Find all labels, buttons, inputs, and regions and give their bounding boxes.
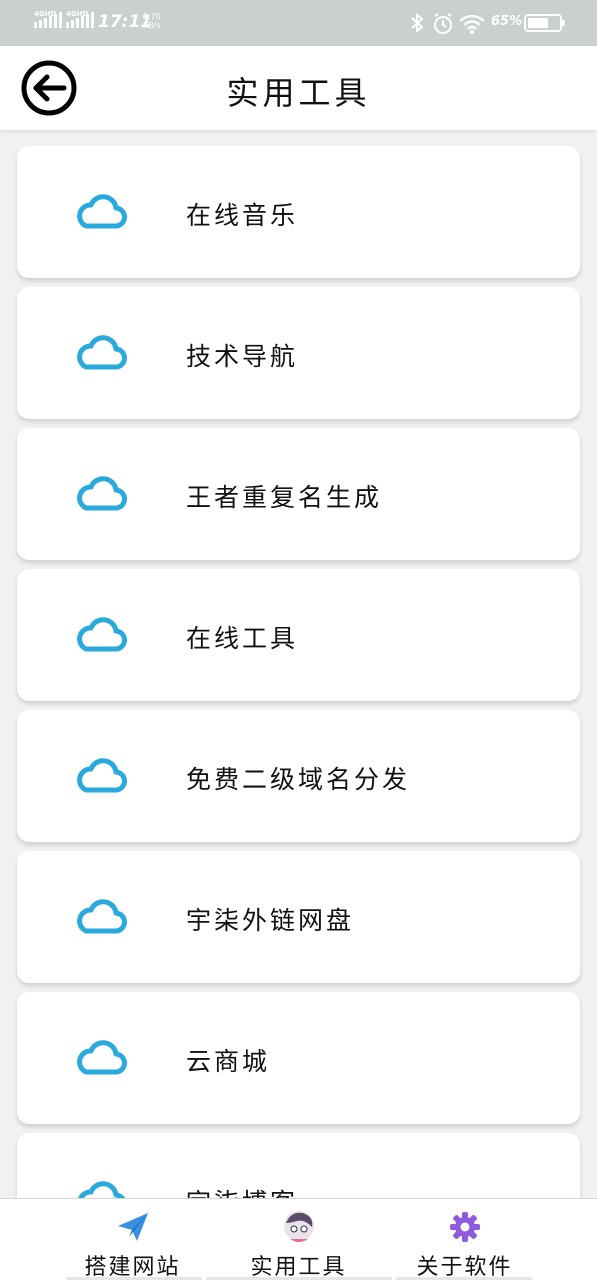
nav-label: 关于软件	[416, 1255, 513, 1280]
cloud-icon	[77, 476, 127, 511]
nav-about-software[interactable]: 关于软件	[365, 1199, 564, 1280]
cloud-icon	[77, 335, 127, 370]
cloud-icon	[77, 1040, 127, 1075]
battery-percent: 65%	[491, 14, 523, 29]
tool-card-tech-nav[interactable]: 技术导航	[17, 287, 580, 419]
bottom-nav: 搭建网站 实用工具 关于软件	[0, 1198, 597, 1280]
tool-card-online-tools[interactable]: 在线工具	[17, 569, 580, 701]
tool-card-subdomain[interactable]: 免费二级域名分发	[17, 710, 580, 842]
tool-card-netdisk[interactable]: 宇柒外链网盘	[17, 851, 580, 983]
tool-label: 云商城	[186, 1047, 271, 1076]
tool-list: 在线音乐 技术导航 王者重复名生成 在线工具 免费二级域名分发 宇柒外链网盘 云…	[0, 146, 597, 1198]
cloud-icon	[77, 194, 127, 229]
gear-icon	[449, 1212, 480, 1242]
tool-label: 在线工具	[186, 624, 299, 653]
tool-label: 宇柒博客	[186, 1183, 298, 1198]
tool-label: 技术导航	[186, 342, 299, 371]
tool-card-duplicate-name[interactable]: 王者重复名生成	[17, 428, 580, 560]
cloud-icon	[77, 758, 127, 793]
battery-icon	[524, 14, 565, 32]
app-header: 实用工具	[0, 46, 597, 130]
bluetooth-icon	[411, 13, 424, 33]
anime-avatar-icon	[283, 1211, 314, 1242]
signal-sim2-icon: 4GHD	[66, 10, 94, 28]
cloud-icon	[78, 1181, 126, 1198]
tool-card-online-music[interactable]: 在线音乐	[17, 146, 580, 278]
alarm-icon	[434, 13, 452, 34]
cloud-icon	[77, 617, 127, 652]
tool-label: 在线音乐	[186, 201, 299, 230]
tool-label: 王者重复名生成	[186, 483, 383, 512]
paper-plane-icon	[117, 1213, 148, 1241]
status-bar: 4GHD 4GHD 17:11 0.70 KB/s 65%	[0, 0, 597, 46]
cloud-icon	[77, 899, 127, 934]
network-speed: 0.70 KB/s	[143, 12, 161, 30]
tool-label: 免费二级域名分发	[186, 765, 411, 794]
wifi-icon	[459, 14, 485, 34]
tool-label: 宇柒外链网盘	[186, 906, 355, 935]
signal-sim1-icon: 4GHD	[34, 10, 62, 28]
page-title: 实用工具	[226, 74, 371, 112]
tool-card-cloud-mall[interactable]: 云商城	[17, 992, 580, 1124]
tool-card-blog[interactable]: 宇柒博客	[17, 1133, 580, 1198]
